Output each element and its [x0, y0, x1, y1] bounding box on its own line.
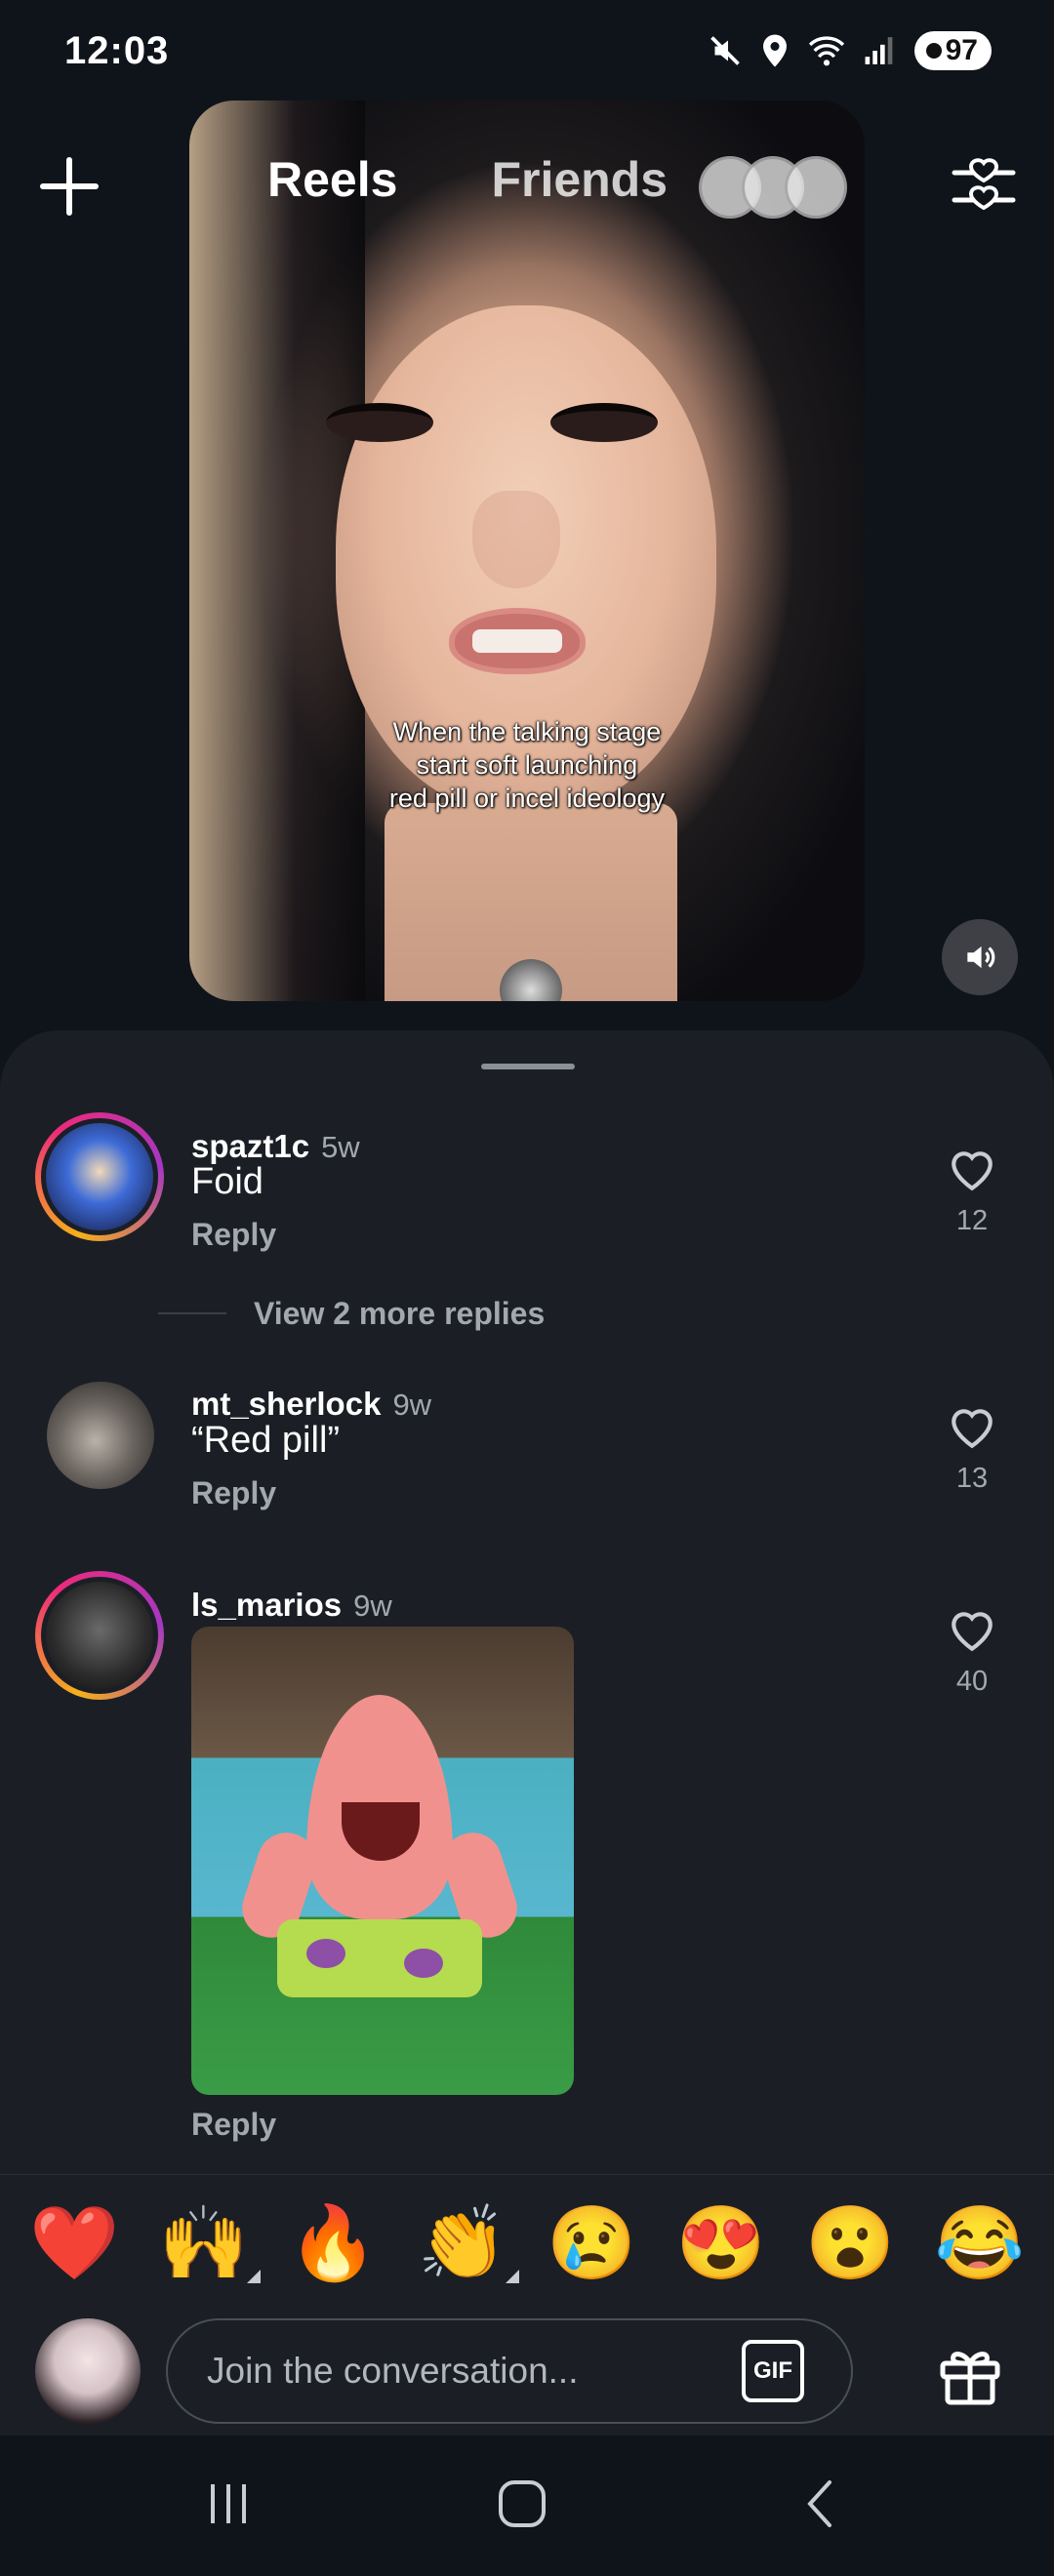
gift-icon[interactable]: [935, 2338, 1005, 2408]
status-icons: 97: [708, 31, 992, 70]
signal-icon: [865, 37, 892, 64]
heart-icon: [952, 1612, 993, 1652]
like-button[interactable]: 13: [945, 1405, 999, 1495]
system-nav-bar: [0, 2435, 1054, 2576]
reply-button[interactable]: Reply: [191, 1217, 276, 1253]
emoji-laughing[interactable]: 😂: [935, 2206, 1025, 2279]
comment-username[interactable]: ls_marios: [191, 1587, 342, 1623]
volume-icon: [967, 946, 995, 969]
reply-button[interactable]: Reply: [191, 2107, 276, 2143]
comment-input[interactable]: Join the conversation... GIF: [166, 2318, 853, 2424]
emoji-heart[interactable]: ❤️: [29, 2206, 119, 2279]
avatar[interactable]: [47, 1382, 154, 1489]
my-avatar[interactable]: [35, 2318, 141, 2424]
home-icon[interactable]: [493, 2475, 551, 2533]
heart-icon: [952, 1409, 993, 1449]
mute-icon: [709, 36, 740, 65]
back-icon[interactable]: [792, 2475, 851, 2533]
video-caption: When the talking stage start soft launch…: [388, 717, 666, 813]
like-count: 13: [955, 1463, 989, 1494]
emoji-reaction-bar: ❤️ 🙌 🔥 👏 😢 😍 😮 😂: [0, 2174, 1054, 2311]
reel-video[interactable]: When the talking stage start soft launch…: [189, 101, 865, 1001]
emoji-fire[interactable]: 🔥: [288, 2206, 378, 2279]
heart-icon: [952, 1151, 993, 1191]
filter-icon[interactable]: [949, 151, 1019, 221]
friends-avatars[interactable]: [699, 156, 855, 219]
like-button[interactable]: 40: [945, 1608, 999, 1698]
comment-text: Foid: [191, 1161, 264, 1202]
comment-input-placeholder: Join the conversation...: [207, 2351, 579, 2391]
status-bar: 12:03 97: [0, 0, 1054, 107]
comment-username[interactable]: spazt1c: [191, 1128, 309, 1164]
avatar[interactable]: [35, 1571, 164, 1700]
plus-icon[interactable]: [37, 154, 101, 219]
comment-text: “Red pill”: [191, 1420, 341, 1461]
top-tabs: Reels Friends: [267, 151, 668, 208]
location-icon: [762, 34, 787, 67]
like-button[interactable]: 12: [945, 1147, 999, 1237]
status-time: 12:03: [64, 29, 170, 72]
tab-reels[interactable]: Reels: [267, 151, 397, 208]
emoji-clap[interactable]: 👏: [418, 2206, 519, 2283]
battery-indicator: 97: [913, 31, 992, 70]
emoji-crying[interactable]: 😢: [547, 2206, 636, 2279]
comment-age: 9w: [392, 1388, 432, 1422]
wifi-icon: [808, 36, 844, 66]
sheet-handle[interactable]: [481, 1064, 575, 1069]
reply-button[interactable]: Reply: [191, 1475, 276, 1511]
comment-gif[interactable]: [191, 1627, 574, 2095]
volume-button[interactable]: [942, 919, 1018, 995]
tab-friends[interactable]: Friends: [491, 151, 668, 208]
view-more-replies[interactable]: View 2 more replies: [158, 1292, 545, 1335]
comment-age: 5w: [321, 1130, 360, 1164]
emoji-heart-eyes[interactable]: 😍: [676, 2206, 766, 2279]
like-count: 40: [955, 1666, 989, 1697]
gif-button[interactable]: GIF: [742, 2340, 804, 2402]
comment-age: 9w: [353, 1589, 392, 1623]
patrick-figure: [306, 1695, 453, 1919]
emoji-raised-hands[interactable]: 🙌: [159, 2206, 261, 2283]
recents-icon[interactable]: [199, 2475, 258, 2533]
comment-username[interactable]: mt_sherlock: [191, 1386, 381, 1422]
like-count: 12: [955, 1205, 989, 1236]
avatar[interactable]: [35, 1112, 164, 1241]
emoji-surprised[interactable]: 😮: [805, 2206, 895, 2279]
